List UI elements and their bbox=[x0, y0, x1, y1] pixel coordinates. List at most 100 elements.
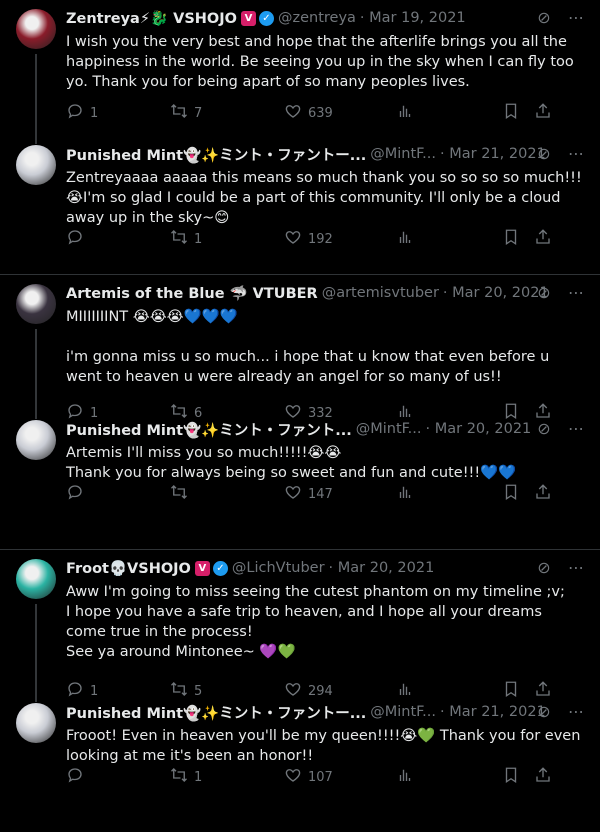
tweet[interactable]: Punished Mint👻✨ミント・ファント... @MintF... · M… bbox=[0, 411, 600, 549]
bookmark-button[interactable] bbox=[502, 228, 530, 250]
tweet[interactable]: Punished Mint👻✨ミント・ファントー... @MintF... · … bbox=[0, 136, 600, 274]
handle[interactable]: @MintF... bbox=[370, 704, 436, 720]
views-button[interactable] bbox=[396, 102, 502, 124]
handle[interactable]: @artemisvtuber bbox=[322, 285, 439, 301]
avatar[interactable] bbox=[16, 559, 56, 599]
tweet-date[interactable]: · Mar 20, 2021 bbox=[329, 560, 435, 576]
heart-icon bbox=[284, 483, 302, 505]
tweet-date[interactable]: · Mar 19, 2021 bbox=[360, 10, 466, 26]
more-options-icon[interactable]: ⋯ bbox=[566, 144, 586, 163]
like-button[interactable]: 192 bbox=[284, 228, 396, 250]
tweet[interactable]: Punished Mint👻✨ミント・ファントー... @MintF... · … bbox=[0, 694, 600, 832]
views-button[interactable] bbox=[396, 766, 502, 788]
like-count: 192 bbox=[308, 231, 333, 247]
reply-icon bbox=[66, 102, 84, 124]
handle[interactable]: @MintF... bbox=[356, 421, 422, 437]
like-button[interactable]: 147 bbox=[284, 483, 396, 505]
avatar[interactable] bbox=[16, 703, 56, 743]
reply-icon bbox=[66, 483, 84, 505]
thread-connector-line bbox=[35, 54, 37, 144]
avatar[interactable] bbox=[16, 145, 56, 185]
retweet-icon bbox=[170, 228, 188, 250]
avatar[interactable] bbox=[16, 420, 56, 460]
handle[interactable]: @LichVtuber bbox=[232, 560, 325, 576]
more-options-icon[interactable]: ⋯ bbox=[566, 8, 586, 27]
thread-connector-line bbox=[35, 329, 37, 419]
more-options-icon[interactable]: ⋯ bbox=[566, 558, 586, 577]
views-button[interactable] bbox=[396, 228, 502, 250]
share-button[interactable] bbox=[534, 102, 562, 124]
grok-icon[interactable]: ⊘ bbox=[534, 419, 554, 438]
handle[interactable]: @MintF... bbox=[370, 146, 436, 162]
more-options-icon[interactable]: ⋯ bbox=[566, 419, 586, 438]
tweet-actions: 1 107 bbox=[66, 766, 586, 788]
tweet-date[interactable]: · Mar 20, 2021 bbox=[443, 285, 549, 301]
display-name[interactable]: Artemis of the Blue 🦈 VTUBER bbox=[66, 285, 318, 302]
bookmark-button[interactable] bbox=[502, 483, 530, 505]
tweet-text: Aww I'm going to miss seeing the cutest … bbox=[66, 584, 565, 660]
tweet[interactable]: Artemis of the Blue 🦈 VTUBER @artemisvtu… bbox=[0, 275, 600, 421]
reply-icon bbox=[66, 228, 84, 250]
reply-button[interactable]: 1 bbox=[66, 102, 170, 124]
views-icon bbox=[396, 483, 414, 505]
retweet-button[interactable]: 7 bbox=[170, 102, 284, 124]
grok-icon[interactable]: ⊘ bbox=[534, 702, 554, 721]
vshojo-badge-icon: V bbox=[194, 560, 210, 576]
views-icon bbox=[396, 766, 414, 788]
display-name[interactable]: Punished Mint👻✨ミント・ファントー... bbox=[66, 702, 366, 723]
like-count: 107 bbox=[308, 769, 333, 785]
bookmark-icon bbox=[502, 228, 520, 250]
tweet[interactable]: Froot💀VSHOJO V ✓ @LichVtuber · Mar 20, 2… bbox=[0, 550, 600, 702]
grok-icon[interactable]: ⊘ bbox=[534, 283, 554, 302]
avatar[interactable] bbox=[16, 284, 56, 324]
tweet-text: I wish you the very best and hope that t… bbox=[66, 34, 574, 90]
reply-button[interactable] bbox=[66, 766, 170, 788]
share-button[interactable] bbox=[534, 766, 562, 788]
reply-icon bbox=[66, 766, 84, 788]
more-options-icon[interactable]: ⋯ bbox=[566, 702, 586, 721]
like-button[interactable]: 107 bbox=[284, 766, 396, 788]
share-icon bbox=[534, 102, 552, 124]
grok-icon[interactable]: ⊘ bbox=[534, 144, 554, 163]
share-button[interactable] bbox=[534, 483, 562, 505]
tweet-text: Zentreyaaaa aaaaa this means so much tha… bbox=[66, 170, 582, 226]
tweet-date[interactable]: · Mar 20, 2021 bbox=[426, 421, 532, 437]
retweet-button[interactable]: 1 bbox=[170, 228, 284, 250]
tweet-date[interactable]: · Mar 21, 2021 bbox=[440, 146, 546, 162]
display-name[interactable]: Froot💀VSHOJO bbox=[66, 560, 191, 577]
conversation-thread: Artemis of the Blue 🦈 VTUBER @artemisvtu… bbox=[0, 275, 600, 549]
grok-icon[interactable]: ⊘ bbox=[534, 8, 554, 27]
bookmark-button[interactable] bbox=[502, 766, 530, 788]
retweet-count: 7 bbox=[194, 105, 203, 121]
heart-icon bbox=[284, 102, 302, 124]
reply-button[interactable] bbox=[66, 228, 170, 250]
tweet[interactable]: Zentreya⚡🐉 VSHOJO V ✓ @zentreya · Mar 19… bbox=[0, 0, 600, 144]
retweet-count: 1 bbox=[194, 769, 203, 785]
conversation-thread: Froot💀VSHOJO V ✓ @LichVtuber · Mar 20, 2… bbox=[0, 550, 600, 832]
verified-badge-icon: ✓ bbox=[258, 10, 274, 26]
retweet-icon bbox=[170, 483, 188, 505]
retweet-button[interactable]: 1 bbox=[170, 766, 284, 788]
conversation-thread: Zentreya⚡🐉 VSHOJO V ✓ @zentreya · Mar 19… bbox=[0, 0, 600, 274]
bookmark-button[interactable] bbox=[502, 102, 530, 124]
share-button[interactable] bbox=[534, 228, 562, 250]
views-button[interactable] bbox=[396, 483, 502, 505]
more-options-icon[interactable]: ⋯ bbox=[566, 283, 586, 302]
tweet-actions: 1 192 bbox=[66, 228, 586, 250]
avatar[interactable] bbox=[16, 9, 56, 49]
bookmark-icon bbox=[502, 766, 520, 788]
tweet-text: MIIIIIIINT 😭😭😭💙💙💙 i'm gonna miss u so mu… bbox=[66, 309, 550, 385]
vshojo-badge-icon: V bbox=[240, 10, 256, 26]
grok-icon[interactable]: ⊘ bbox=[534, 558, 554, 577]
like-button[interactable]: 639 bbox=[284, 102, 396, 124]
display-name[interactable]: Punished Mint👻✨ミント・ファントー... bbox=[66, 144, 366, 165]
handle[interactable]: @zentreya bbox=[278, 10, 356, 26]
retweet-button[interactable] bbox=[170, 483, 284, 505]
reply-button[interactable] bbox=[66, 483, 170, 505]
bookmark-icon bbox=[502, 483, 520, 505]
reply-count: 1 bbox=[90, 105, 99, 121]
share-icon bbox=[534, 228, 552, 250]
display-name[interactable]: Punished Mint👻✨ミント・ファント... bbox=[66, 419, 352, 440]
tweet-date[interactable]: · Mar 21, 2021 bbox=[440, 704, 546, 720]
display-name[interactable]: Zentreya⚡🐉 VSHOJO bbox=[66, 10, 237, 27]
